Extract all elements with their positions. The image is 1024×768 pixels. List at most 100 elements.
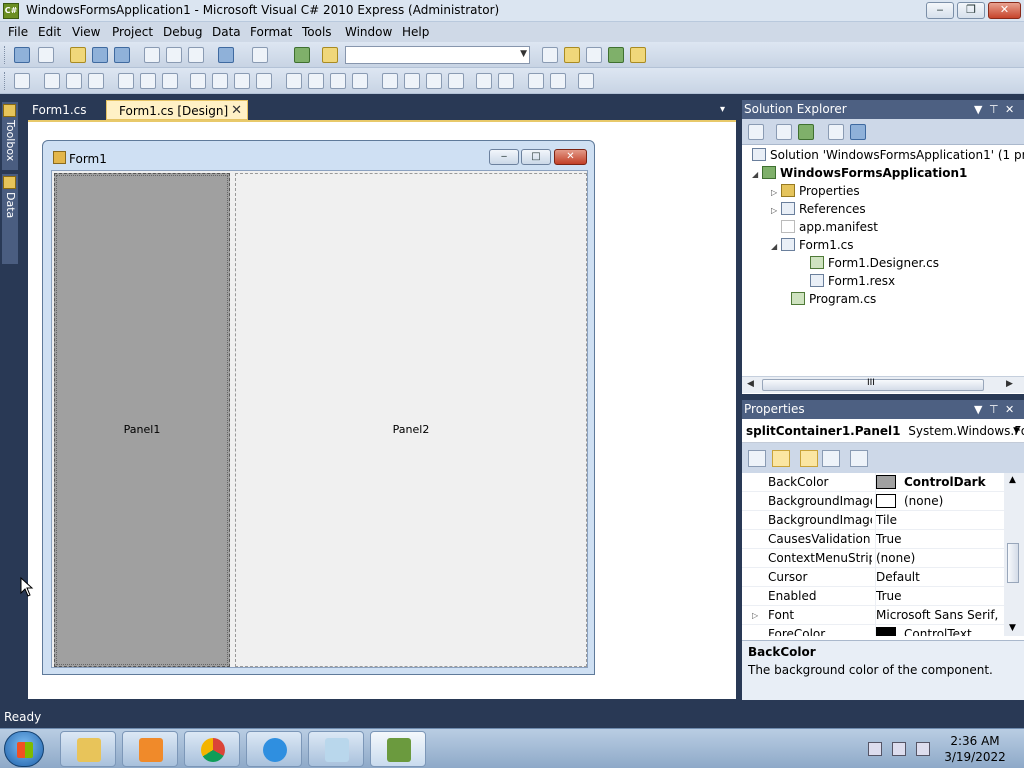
close-tab-icon[interactable]: ✕ (231, 101, 242, 121)
expand-icon[interactable]: ▷ (771, 202, 781, 220)
align-middles-icon[interactable] (140, 73, 156, 89)
close-icon[interactable]: ✕ (1005, 400, 1014, 419)
menu-window[interactable]: Window (345, 25, 392, 39)
property-value[interactable]: Tile (875, 511, 1003, 530)
tab-form1-design[interactable]: Form1.cs [Design] ✕ (106, 100, 248, 120)
taskbar-visual-csharp[interactable] (370, 731, 426, 767)
panel1[interactable]: Panel1 (54, 173, 230, 667)
find-in-files-icon[interactable] (322, 47, 338, 63)
menu-format[interactable]: Format (250, 25, 292, 39)
properties-icon[interactable] (748, 124, 764, 140)
redo-icon[interactable] (252, 47, 268, 63)
panel2[interactable]: Panel2 (235, 173, 587, 667)
remove-vertical-spacing-icon[interactable] (448, 73, 464, 89)
copy-icon[interactable] (166, 47, 182, 63)
window-titlebar[interactable]: C# WindowsFormsApplication1 - Microsoft … (0, 0, 1024, 22)
property-value[interactable]: (none) (875, 492, 1003, 511)
view-code-icon[interactable] (828, 124, 844, 140)
property-value[interactable]: True (875, 587, 1003, 606)
bring-to-front-icon[interactable] (528, 73, 544, 89)
maximize-button[interactable]: ❐ (957, 2, 985, 19)
property-row-forecolor[interactable]: ForeColor ControlText (742, 625, 1004, 636)
align-bottoms-icon[interactable] (162, 73, 178, 89)
tree-node-program-cs[interactable]: Program.cs (791, 290, 876, 308)
show-all-files-icon[interactable] (776, 124, 792, 140)
menu-tools[interactable]: Tools (302, 25, 332, 39)
center-horizontally-icon[interactable] (476, 73, 492, 89)
property-row-causesvalidation[interactable]: CausesValidation True (742, 530, 1004, 549)
horizontal-scrollbar[interactable]: ◀ III ▶ (742, 376, 1024, 393)
property-row-contextmenustrip[interactable]: ContextMenuStrip (none) (742, 549, 1004, 568)
taskbar-chrome[interactable] (184, 731, 240, 767)
start-debugging-icon[interactable] (294, 47, 310, 63)
form-designer-surface[interactable]: Form1 ‒ □ ✕ Panel1 Panel2 (28, 120, 736, 699)
property-row-backcolor[interactable]: BackColor ControlDark (742, 473, 1004, 492)
tree-node-references[interactable]: ▷ References (771, 200, 866, 218)
toolbox-tab[interactable]: Toolbox (2, 102, 18, 170)
collapse-icon[interactable]: ◢ (752, 166, 762, 184)
view-designer-icon[interactable] (850, 124, 866, 140)
extension-manager-icon[interactable] (630, 47, 646, 63)
property-value[interactable]: (none) (875, 549, 1003, 568)
close-button[interactable]: ✕ (988, 2, 1021, 19)
scrollbar-thumb[interactable]: III (762, 378, 984, 391)
menu-project[interactable]: Project (112, 25, 153, 39)
menu-file[interactable]: File (8, 25, 28, 39)
save-icon[interactable] (92, 47, 108, 63)
menu-debug[interactable]: Debug (163, 25, 202, 39)
menu-help[interactable]: Help (402, 25, 429, 39)
property-row-font[interactable]: ▷ Font Microsoft Sans Serif, 8.2 (742, 606, 1004, 625)
property-value[interactable]: True (875, 530, 1003, 549)
chevron-down-icon[interactable]: ▼ (974, 400, 982, 419)
property-row-backgroundimage[interactable]: BackgroundImage (none) (742, 492, 1004, 511)
toolbox-icon[interactable] (586, 47, 602, 63)
tree-node-form1-designer-cs[interactable]: Form1.Designer.cs (810, 254, 939, 272)
property-row-enabled[interactable]: Enabled True (742, 587, 1004, 606)
tree-node-app-manifest[interactable]: app.manifest (781, 218, 878, 236)
network-icon[interactable] (892, 742, 906, 756)
tab-form1-cs[interactable]: Form1.cs (20, 100, 106, 120)
taskbar-internet-explorer[interactable] (246, 731, 302, 767)
property-value[interactable]: Default (875, 568, 1003, 587)
scroll-up-icon[interactable]: ▲ (1009, 475, 1016, 485)
tree-node-properties[interactable]: ▷ Properties (771, 182, 860, 200)
tree-node-solution[interactable]: Solution 'WindowsFormsApplication1' (1 p… (752, 146, 1024, 164)
object-selector[interactable]: splitContainer1.Panel1 System.Windows.Fo… (742, 419, 1024, 443)
taskbar-media-player[interactable] (122, 731, 178, 767)
volume-icon[interactable] (916, 742, 930, 756)
paste-icon[interactable] (188, 47, 204, 63)
menu-view[interactable]: View (72, 25, 100, 39)
system-clock[interactable]: 2:36 AM 3/19/2022 (940, 733, 1010, 765)
tree-node-form1-resx[interactable]: Form1.resx (810, 272, 895, 290)
scroll-down-icon[interactable]: ▼ (1009, 623, 1016, 633)
make-same-size-icon[interactable] (256, 73, 272, 89)
scroll-left-icon[interactable]: ◀ (747, 379, 754, 389)
make-same-height-icon[interactable] (234, 73, 250, 89)
increase-vertical-spacing-icon[interactable] (404, 73, 420, 89)
toolbar-grip[interactable] (4, 46, 7, 64)
cut-icon[interactable] (144, 47, 160, 63)
property-value[interactable]: Microsoft Sans Serif, 8.2 (875, 606, 1003, 625)
make-horizontal-spacing-equal-icon[interactable] (286, 73, 302, 89)
increase-horizontal-spacing-icon[interactable] (308, 73, 324, 89)
taskbar-notepad[interactable] (308, 731, 364, 767)
form1-window[interactable]: Form1 ‒ □ ✕ Panel1 Panel2 (42, 140, 595, 675)
align-rights-icon[interactable] (88, 73, 104, 89)
make-same-width-icon[interactable] (190, 73, 206, 89)
property-value[interactable]: ControlText (875, 625, 1003, 636)
start-page-icon[interactable] (608, 47, 624, 63)
center-vertically-icon[interactable] (498, 73, 514, 89)
open-file-icon[interactable] (70, 47, 86, 63)
property-value[interactable]: ControlDark (875, 473, 1003, 492)
taskbar-explorer[interactable] (60, 731, 116, 767)
align-lefts-icon[interactable] (44, 73, 60, 89)
send-to-back-icon[interactable] (550, 73, 566, 89)
events-lightning-icon[interactable] (822, 450, 840, 467)
menu-edit[interactable]: Edit (38, 25, 61, 39)
remove-horizontal-spacing-icon[interactable] (352, 73, 368, 89)
new-project-icon[interactable] (14, 47, 30, 63)
expand-icon[interactable]: ▷ (752, 606, 758, 625)
save-all-icon[interactable] (114, 47, 130, 63)
tree-node-form1-cs[interactable]: ◢ Form1.cs (771, 236, 854, 254)
chevron-down-icon[interactable]: ▼ (974, 100, 982, 119)
